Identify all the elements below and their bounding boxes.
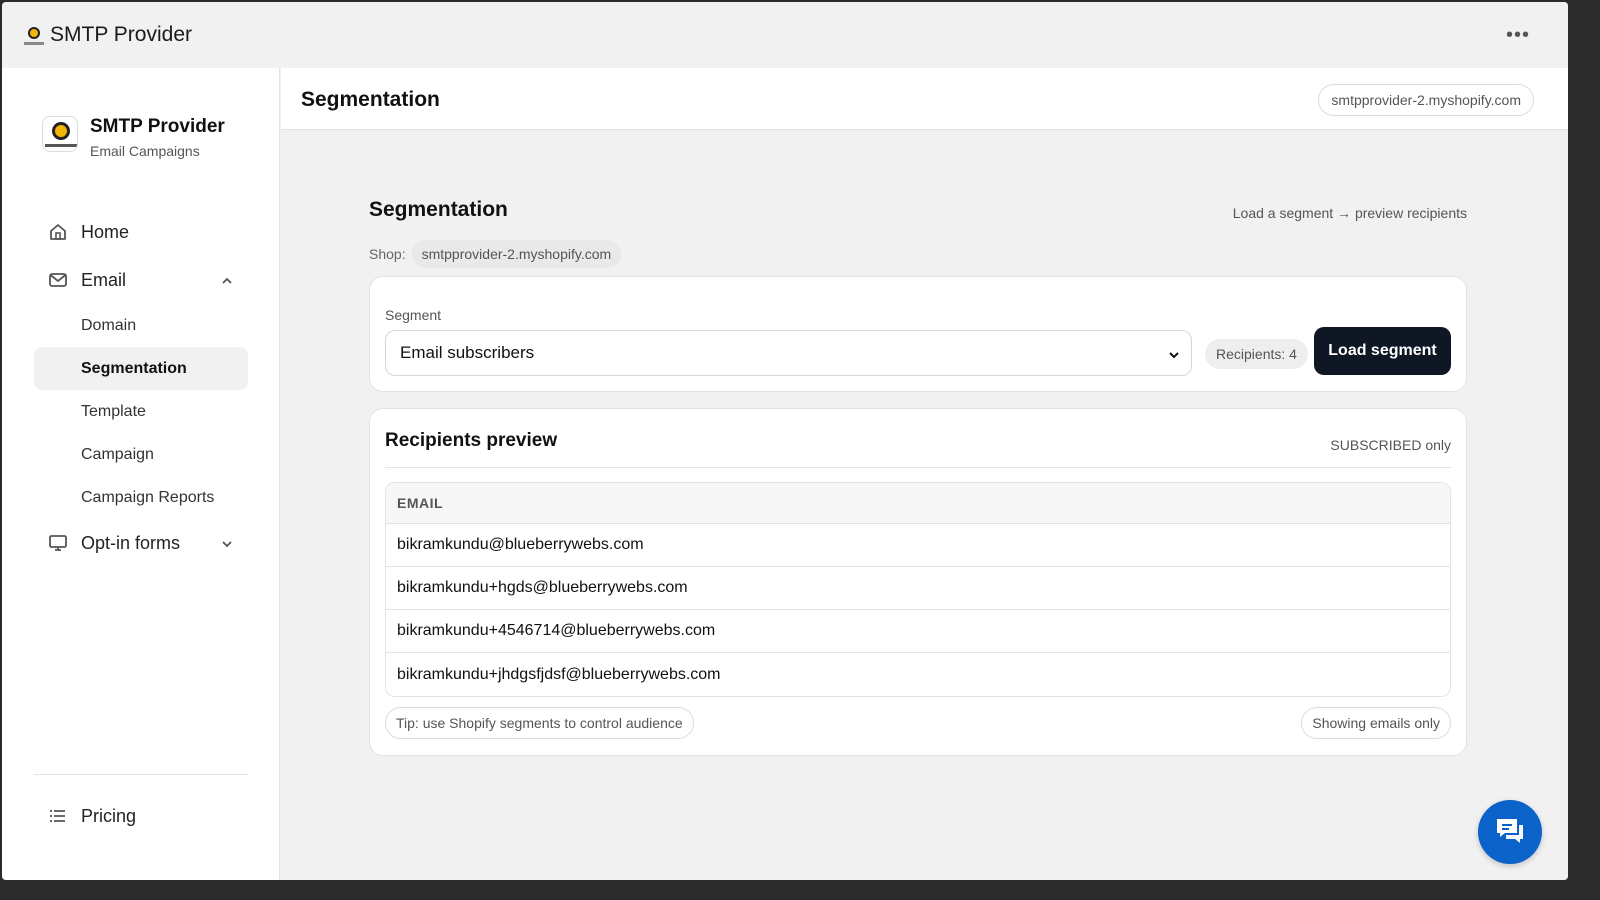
shop-domain-chip: smtpprovider-2.myshopify.com [1318, 84, 1534, 116]
brand-subtitle: Email Campaigns [90, 143, 200, 159]
sidebar-item-email[interactable]: Email [34, 256, 248, 304]
table-row: bikramkundu+hgds@blueberrywebs.com [386, 567, 1450, 610]
divider [385, 467, 1451, 468]
shop-value-pill: smtpprovider-2.myshopify.com [411, 240, 622, 268]
recipients-table: EMAIL bikramkundu@blueberrywebs.com bikr… [385, 482, 1451, 697]
subscribed-filter-note: SUBSCRIBED only [1330, 437, 1451, 453]
segment-card: Segment Email subscribers Recipients: 4 … [369, 276, 1467, 392]
sidebar-item-domain[interactable]: Domain [34, 304, 248, 347]
sidebar-divider [34, 774, 248, 775]
emails-only-chip: Showing emails only [1301, 707, 1451, 739]
chevron-down-icon [1167, 347, 1181, 367]
title-bar: SMTP Provider ••• [2, 2, 1568, 68]
recipients-preview-title: Recipients preview [385, 430, 558, 451]
table-row: bikramkundu+4546714@blueberrywebs.com [386, 610, 1450, 653]
sidebar-item-opt-in-forms[interactable]: Opt-in forms [34, 519, 248, 567]
app-logo-icon [24, 25, 44, 45]
sidebar-item-pricing-wrap: Pricing [34, 792, 248, 840]
table-row: bikramkundu@blueberrywebs.com [386, 524, 1450, 567]
chat-button[interactable] [1478, 800, 1542, 864]
chevron-up-icon[interactable] [220, 272, 234, 293]
sidebar-item-segmentation[interactable]: Segmentation [34, 347, 248, 390]
brand: SMTP Provider Email Campaigns [42, 116, 225, 159]
main-area: Segmentation smtpprovider-2.myshopify.co… [281, 68, 1568, 880]
column-header-email: EMAIL [386, 483, 1450, 524]
more-horizontal-icon[interactable]: ••• [1506, 24, 1530, 47]
recipients-count-badge: Recipients: 4 [1205, 339, 1308, 369]
chat-icon [1493, 815, 1527, 850]
brand-logo-icon [42, 116, 78, 152]
app-window: SMTP Provider ••• SMTP Provider Email Ca… [2, 2, 1568, 880]
sidebar: SMTP Provider Email Campaigns Home Email [2, 68, 280, 880]
page-title: Segmentation [301, 88, 440, 111]
mail-icon [48, 270, 68, 290]
load-segment-button[interactable]: Load segment [1314, 327, 1451, 375]
segment-selected-value: Email subscribers [400, 343, 535, 362]
sidebar-item-label: Opt-in forms [81, 532, 181, 553]
shop-label: Shop: [369, 246, 406, 262]
window-title: SMTP Provider [50, 23, 192, 46]
tip-chip: Tip: use Shopify segments to control aud… [385, 707, 694, 739]
table-row: bikramkundu+jhdgsfjdsf@blueberrywebs.com [386, 653, 1450, 696]
sidebar-item-campaign-reports[interactable]: Campaign Reports [34, 476, 248, 519]
segment-select[interactable]: Email subscribers [385, 330, 1192, 376]
segment-label: Segment [385, 307, 442, 323]
brand-name: SMTP Provider [90, 116, 225, 137]
list-icon [48, 806, 68, 826]
sidebar-item-home[interactable]: Home [34, 208, 248, 256]
segmentation-content: Segmentation Load a segment → preview re… [369, 198, 1467, 756]
home-icon [48, 222, 68, 242]
shop-line: Shop: smtpprovider-2.myshopify.com [369, 240, 1467, 268]
sidebar-item-label: Pricing [81, 805, 137, 826]
chevron-down-icon[interactable] [220, 535, 234, 556]
sidebar-nav: Home Email Domain Segmentation Template … [34, 208, 248, 567]
sidebar-item-label: Home [81, 221, 130, 242]
page-header: Segmentation smtpprovider-2.myshopify.co… [281, 68, 1568, 130]
recipients-preview-card: Recipients preview SUBSCRIBED only EMAIL… [369, 408, 1467, 756]
sidebar-item-campaign[interactable]: Campaign [34, 433, 248, 476]
sidebar-item-label: Email [81, 269, 127, 290]
workflow-hint: Load a segment → preview recipients [1232, 205, 1467, 221]
sidebar-item-pricing[interactable]: Pricing [34, 792, 248, 840]
sidebar-item-template[interactable]: Template [34, 390, 248, 433]
monitor-icon [48, 533, 68, 553]
